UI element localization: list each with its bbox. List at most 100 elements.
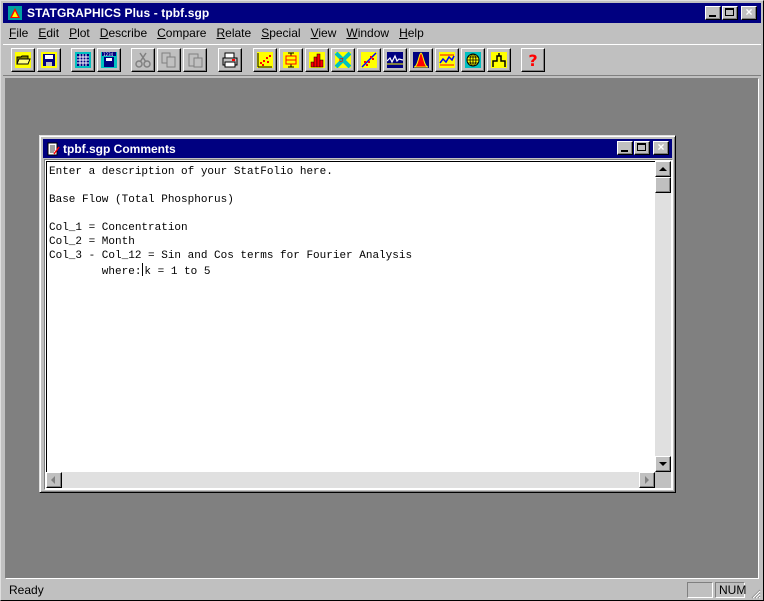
text-line: Enter a description of your StatFolio he… bbox=[49, 166, 333, 178]
text-line: Base Flow (Total Phosphorus) bbox=[49, 194, 234, 206]
regression-icon bbox=[361, 52, 377, 68]
histogram-icon bbox=[309, 52, 325, 68]
comments-text-area[interactable]: Enter a description of your StatFolio he… bbox=[46, 161, 655, 472]
quality-control-icon bbox=[439, 52, 455, 68]
menu-help[interactable]: Help bbox=[393, 24, 428, 42]
app-titlebar[interactable]: STATGRAPHICS Plus - tpbf.sgp × bbox=[3, 3, 761, 23]
boxplot-icon bbox=[283, 52, 299, 68]
text-before-caret: where: bbox=[49, 266, 142, 278]
statgraphics-app-icon[interactable] bbox=[7, 5, 23, 21]
normal-curve-icon bbox=[413, 52, 429, 68]
normal-curve-button[interactable] bbox=[409, 48, 433, 72]
scroll-left-button[interactable] bbox=[46, 472, 62, 488]
vertical-scrollbar[interactable] bbox=[655, 161, 671, 472]
globe-icon bbox=[465, 52, 481, 68]
regression-button[interactable] bbox=[357, 48, 381, 72]
menu-compare[interactable]: Compare bbox=[151, 24, 210, 42]
tree-icon bbox=[491, 52, 507, 68]
app-close-button[interactable]: × bbox=[741, 5, 757, 20]
menu-relate[interactable]: Relate bbox=[210, 24, 255, 42]
open-button[interactable] bbox=[11, 48, 35, 72]
svg-text:σ: σ bbox=[339, 56, 344, 64]
svg-text:?: ? bbox=[528, 52, 537, 68]
scatterplot-button[interactable] bbox=[253, 48, 277, 72]
tree-button[interactable] bbox=[487, 48, 511, 72]
save-button[interactable] bbox=[37, 48, 61, 72]
timeseries-button[interactable] bbox=[383, 48, 407, 72]
copy-button[interactable] bbox=[157, 48, 181, 72]
comments-window: tpbf.sgp Comments × Enter a description … bbox=[39, 135, 676, 493]
histogram-button[interactable] bbox=[305, 48, 329, 72]
copy-icon bbox=[161, 52, 176, 68]
scroll-up-button[interactable] bbox=[655, 161, 671, 177]
cut-icon bbox=[135, 52, 151, 68]
print-icon bbox=[222, 52, 238, 68]
spreadsheet-icon bbox=[75, 52, 91, 68]
save-data-button[interactable]: 1234 bbox=[97, 48, 121, 72]
help-icon: ? bbox=[528, 52, 537, 68]
spreadsheet-button[interactable] bbox=[71, 48, 95, 72]
menu-bar: File Edit Plot Describe Compare Relate S… bbox=[3, 24, 428, 42]
menu-describe[interactable]: Describe bbox=[94, 24, 151, 42]
menu-window[interactable]: Window bbox=[340, 24, 393, 42]
quality-control-button[interactable] bbox=[435, 48, 459, 72]
cut-button[interactable] bbox=[131, 48, 155, 72]
child-maximize-button[interactable] bbox=[634, 141, 650, 155]
menu-edit[interactable]: Edit bbox=[32, 24, 63, 42]
app-minimize-button[interactable] bbox=[705, 6, 721, 20]
text-after-caret: k = 1 to 5 bbox=[144, 266, 211, 278]
maximize-icon bbox=[725, 8, 734, 16]
comments-editor[interactable]: Enter a description of your StatFolio he… bbox=[44, 159, 673, 490]
arrow-left-icon bbox=[51, 476, 55, 484]
app-maximize-button[interactable] bbox=[722, 6, 738, 20]
help-button[interactable]: ? bbox=[521, 48, 545, 72]
app-window: STATGRAPHICS Plus - tpbf.sgp × File Edit… bbox=[0, 0, 764, 601]
scroll-right-button[interactable] bbox=[639, 472, 655, 488]
minimize-icon bbox=[709, 15, 716, 17]
horizontal-scrollbar[interactable] bbox=[46, 472, 655, 488]
document-icon[interactable] bbox=[46, 142, 60, 156]
comments-text[interactable]: Enter a description of your StatFolio he… bbox=[49, 165, 412, 279]
timeseries-icon bbox=[387, 52, 403, 68]
text-line bbox=[49, 179, 412, 193]
status-text: Ready bbox=[9, 583, 44, 597]
status-bar: Ready NUM bbox=[3, 581, 761, 599]
comments-title: tpbf.sgp Comments bbox=[63, 141, 176, 156]
save-disk-icon bbox=[41, 52, 57, 68]
comments-titlebar[interactable]: tpbf.sgp Comments × bbox=[43, 139, 672, 158]
arrow-up-icon bbox=[659, 167, 667, 171]
vertical-scroll-thumb[interactable] bbox=[655, 177, 671, 193]
menu-special[interactable]: Special bbox=[255, 24, 304, 42]
text-line: Col_1 = Concentration bbox=[49, 222, 188, 234]
status-panel-empty bbox=[687, 582, 713, 598]
paste-icon bbox=[188, 53, 203, 68]
arrow-down-icon bbox=[659, 462, 667, 466]
resize-grip-icon[interactable] bbox=[749, 587, 761, 599]
child-minimize-button[interactable] bbox=[617, 141, 633, 155]
minimize-icon bbox=[621, 150, 628, 152]
scatterplot-icon bbox=[257, 52, 273, 68]
close-icon: × bbox=[657, 140, 665, 154]
distribution-icon: σ bbox=[335, 52, 351, 68]
toolbar: 1234 σ ? bbox=[3, 44, 761, 76]
app-title: STATGRAPHICS Plus - tpbf.sgp bbox=[27, 6, 210, 20]
boxplot-button[interactable] bbox=[279, 48, 303, 72]
print-button[interactable] bbox=[218, 48, 242, 72]
text-line bbox=[49, 207, 412, 221]
scroll-down-button[interactable] bbox=[655, 456, 671, 472]
text-line: Col_2 = Month bbox=[49, 236, 135, 248]
open-folder-icon bbox=[15, 52, 31, 68]
svg-text:1234: 1234 bbox=[103, 52, 114, 57]
menu-view[interactable]: View bbox=[305, 24, 341, 42]
menu-file[interactable]: File bbox=[3, 24, 32, 42]
scrollbar-corner bbox=[655, 472, 671, 488]
status-num-indicator: NUM bbox=[715, 582, 746, 598]
globe-button[interactable] bbox=[461, 48, 485, 72]
close-icon: × bbox=[745, 5, 753, 19]
maximize-icon bbox=[637, 143, 646, 151]
distribution-button[interactable]: σ bbox=[331, 48, 355, 72]
child-close-button[interactable]: × bbox=[653, 140, 669, 155]
save-data-icon: 1234 bbox=[101, 52, 117, 68]
paste-button[interactable] bbox=[183, 48, 207, 72]
menu-plot[interactable]: Plot bbox=[63, 24, 94, 42]
